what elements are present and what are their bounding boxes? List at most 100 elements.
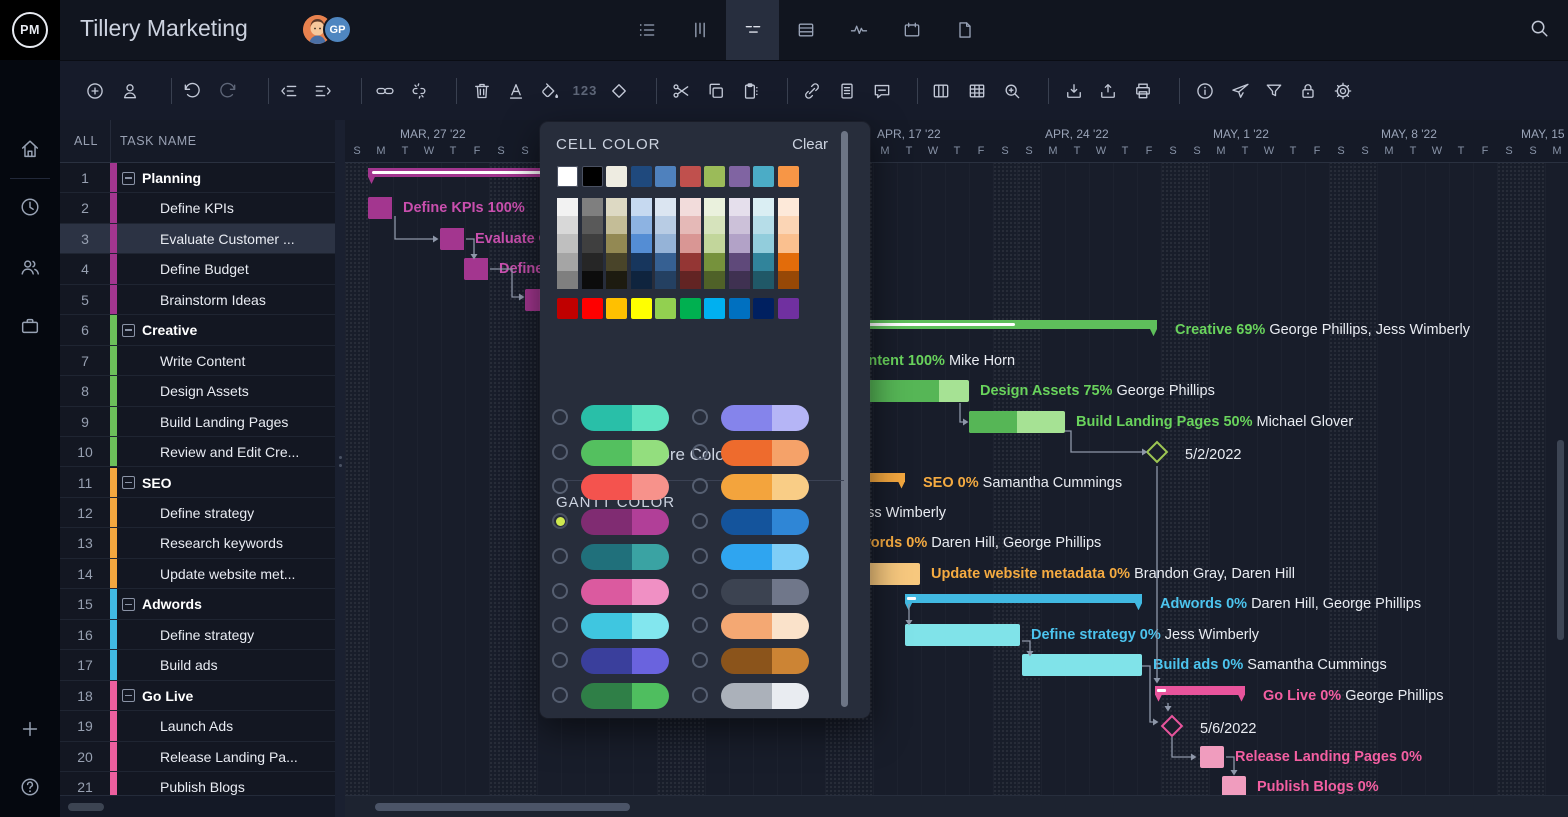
tint-color-swatch[interactable] <box>606 253 627 271</box>
tab-sheet-view[interactable] <box>779 0 832 60</box>
standard-color-swatch[interactable] <box>631 298 652 319</box>
tint-color-swatch[interactable] <box>680 216 701 234</box>
tint-color-swatch[interactable] <box>729 198 750 216</box>
table-row-13[interactable]: 13Research keywords <box>60 528 335 558</box>
gantt-color-radio[interactable] <box>552 617 568 633</box>
standard-color-swatch[interactable] <box>557 298 578 319</box>
theme-color-swatch[interactable] <box>655 166 676 187</box>
gantt-color-swatch[interactable] <box>721 440 809 466</box>
lock-button[interactable] <box>1298 79 1318 103</box>
sidebar-portfolio-icon[interactable] <box>19 315 41 342</box>
gantt-color-radio[interactable] <box>692 583 708 599</box>
standard-color-swatch[interactable] <box>680 298 701 319</box>
tab-calendar-view[interactable] <box>885 0 938 60</box>
table-row-14[interactable]: 14Update website met... <box>60 559 335 589</box>
summary-bar-adwords[interactable] <box>905 594 1142 603</box>
gantt-color-swatch[interactable] <box>721 405 809 431</box>
tint-color-swatch[interactable] <box>655 198 676 216</box>
tint-color-swatch[interactable] <box>778 234 799 252</box>
theme-color-swatch[interactable] <box>778 166 799 187</box>
notes-button[interactable] <box>837 79 857 103</box>
tab-list-view[interactable] <box>620 0 673 60</box>
gantt-color-swatch[interactable] <box>721 509 809 535</box>
table-row-17[interactable]: 17Build ads <box>60 650 335 680</box>
number-format-button[interactable]: 123 <box>573 79 598 103</box>
standard-color-swatch[interactable] <box>655 298 676 319</box>
tint-color-swatch[interactable] <box>557 253 578 271</box>
tab-docs-view[interactable] <box>938 0 991 60</box>
pane-splitter[interactable] <box>335 120 345 817</box>
standard-color-swatch[interactable] <box>729 298 750 319</box>
tab-activity-view[interactable] <box>832 0 885 60</box>
collapse-icon[interactable] <box>122 172 135 185</box>
print-button[interactable] <box>1133 79 1153 103</box>
cut-button[interactable] <box>671 79 691 103</box>
theme-color-swatch[interactable] <box>704 166 725 187</box>
table-row-2[interactable]: 2Define KPIs <box>60 193 335 223</box>
table-row-20[interactable]: 20Release Landing Pa... <box>60 742 335 772</box>
gantt-color-swatch[interactable] <box>581 474 669 500</box>
column-header-task-name[interactable]: TASK NAME <box>120 134 197 148</box>
tint-color-swatch[interactable] <box>582 271 603 289</box>
standard-color-swatch[interactable] <box>606 298 627 319</box>
table-row-7[interactable]: 7Write Content <box>60 346 335 376</box>
tint-color-swatch[interactable] <box>704 253 725 271</box>
columns-button[interactable] <box>931 79 951 103</box>
tint-color-swatch[interactable] <box>557 216 578 234</box>
gantt-color-swatch[interactable] <box>581 579 669 605</box>
gantt-color-radio[interactable] <box>552 652 568 668</box>
gantt-color-swatch[interactable] <box>581 683 669 709</box>
tint-color-swatch[interactable] <box>729 271 750 289</box>
indent-button[interactable] <box>313 79 333 103</box>
tint-color-swatch[interactable] <box>606 198 627 216</box>
theme-color-swatch[interactable] <box>680 166 701 187</box>
tint-color-swatch[interactable] <box>753 271 774 289</box>
standard-color-swatch[interactable] <box>582 298 603 319</box>
gantt-horizontal-scrollbar[interactable] <box>345 795 1568 817</box>
sidebar-clock-icon[interactable] <box>19 196 41 223</box>
collapse-icon[interactable] <box>122 598 135 611</box>
tint-color-swatch[interactable] <box>582 234 603 252</box>
member-avatar-gp[interactable]: GP <box>323 15 352 44</box>
table-row-11[interactable]: 11SEO <box>60 468 335 498</box>
delete-button[interactable] <box>472 79 492 103</box>
task-bar[interactable] <box>1200 746 1224 768</box>
add-task-button[interactable] <box>85 79 105 103</box>
gantt-color-swatch[interactable] <box>721 579 809 605</box>
gantt-color-radio[interactable] <box>692 548 708 564</box>
tint-color-swatch[interactable] <box>557 234 578 252</box>
tint-color-swatch[interactable] <box>680 234 701 252</box>
gantt-color-swatch[interactable] <box>581 544 669 570</box>
task-bar[interactable] <box>440 228 464 250</box>
table-row-10[interactable]: 10Review and Edit Cre... <box>60 437 335 467</box>
table-hscroll-thumb[interactable] <box>68 803 104 811</box>
table-row-4[interactable]: 4Define Budget <box>60 254 335 284</box>
tint-color-swatch[interactable] <box>778 253 799 271</box>
summary-bar-golive[interactable] <box>1155 686 1245 695</box>
tint-color-swatch[interactable] <box>631 234 652 252</box>
tint-color-swatch[interactable] <box>631 271 652 289</box>
standard-color-swatch[interactable] <box>753 298 774 319</box>
share-button[interactable] <box>1230 79 1250 103</box>
collapse-icon[interactable] <box>122 476 135 489</box>
link-tasks-button[interactable] <box>375 79 395 103</box>
tint-color-swatch[interactable] <box>606 216 627 234</box>
comment-button[interactable] <box>872 79 892 103</box>
table-row-16[interactable]: 16Define strategy <box>60 620 335 650</box>
table-row-12[interactable]: 12Define strategy <box>60 498 335 528</box>
attachment-button[interactable] <box>802 79 822 103</box>
gantt-vertical-scrollbar[interactable] <box>1557 440 1564 640</box>
tab-gantt-view[interactable] <box>726 0 779 60</box>
tint-color-swatch[interactable] <box>704 216 725 234</box>
tint-color-swatch[interactable] <box>778 198 799 216</box>
tint-color-swatch[interactable] <box>704 198 725 216</box>
tint-color-swatch[interactable] <box>753 198 774 216</box>
gantt-color-swatch[interactable] <box>581 405 669 431</box>
tint-color-swatch[interactable] <box>729 216 750 234</box>
filter-button[interactable] <box>1264 79 1284 103</box>
collapse-icon[interactable] <box>122 689 135 702</box>
gantt-color-radio[interactable] <box>552 513 568 529</box>
gantt-color-swatch[interactable] <box>721 613 809 639</box>
tint-color-swatch[interactable] <box>631 216 652 234</box>
tint-color-swatch[interactable] <box>729 253 750 271</box>
